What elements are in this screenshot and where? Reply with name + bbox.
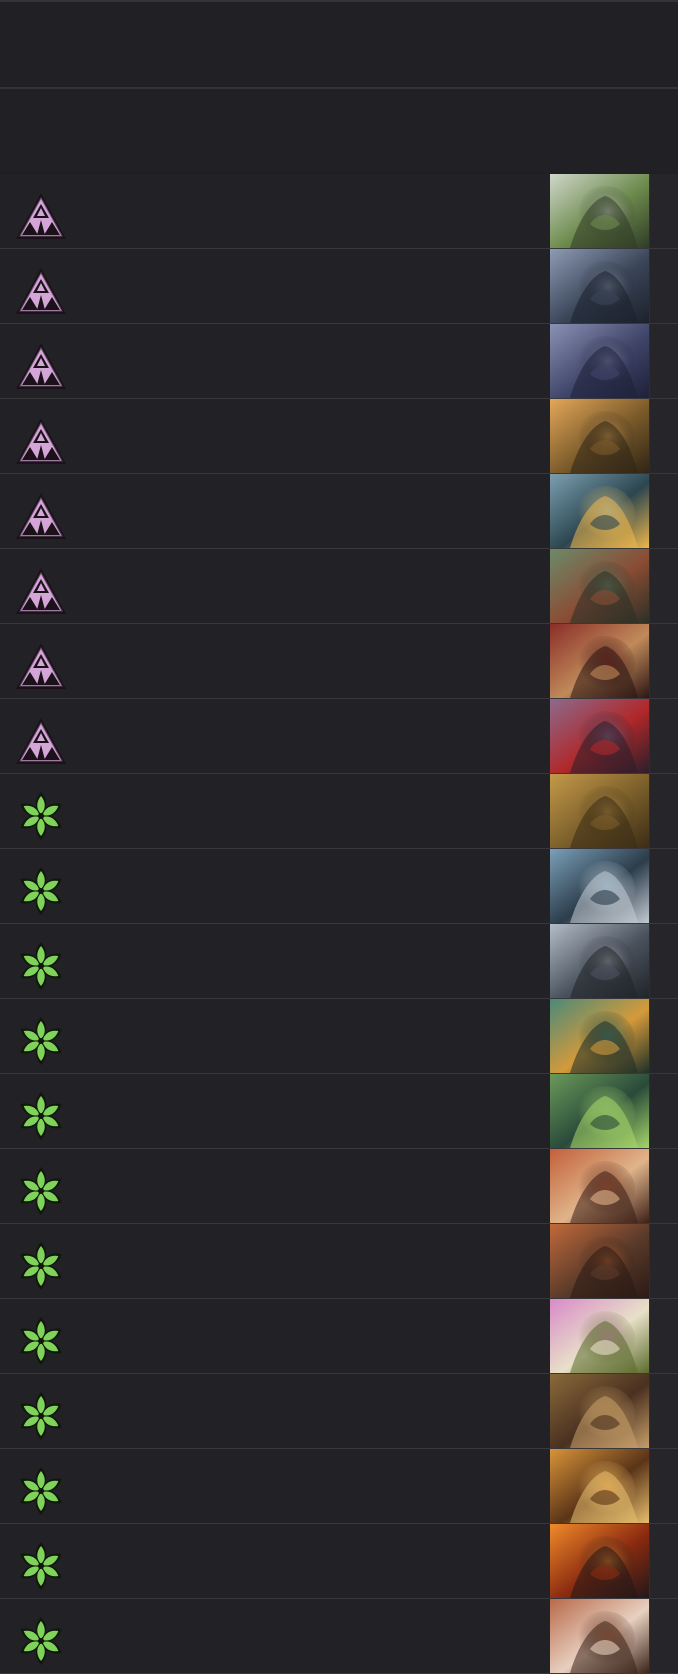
row-right-edge (649, 774, 678, 848)
row-right-edge (649, 1299, 678, 1373)
card-row[interactable] (0, 999, 678, 1074)
card-row[interactable] (0, 1224, 678, 1299)
green-leaf-icon (14, 1165, 68, 1217)
green-leaf-icon (14, 940, 68, 992)
card-row[interactable] (0, 1149, 678, 1224)
stone-idol-art (550, 774, 650, 848)
card-row[interactable] (0, 774, 678, 849)
bloodfly-art (550, 699, 650, 773)
flower-skull-art (550, 1299, 650, 1373)
card-row[interactable] (0, 1074, 678, 1149)
green-leaf-icon (14, 1090, 68, 1142)
axe-dwarf-art (550, 1224, 650, 1298)
row-right-edge (649, 174, 678, 248)
row-right-edge (649, 699, 678, 773)
header-bar-second (0, 87, 678, 172)
row-right-edge (649, 1599, 678, 1673)
card-row[interactable] (0, 849, 678, 924)
purple-triangle-icon (14, 715, 68, 767)
green-leaf-icon (14, 1390, 68, 1442)
card-row[interactable] (0, 1449, 678, 1524)
row-right-edge (649, 1224, 678, 1298)
green-leaf-icon (14, 1540, 68, 1592)
card-row[interactable] (0, 174, 678, 249)
green-leaf-icon (14, 1240, 68, 1292)
row-right-edge (649, 399, 678, 473)
maiden-portrait-art (550, 1599, 650, 1673)
green-leaf-icon (14, 1465, 68, 1517)
purple-triangle-icon (14, 415, 68, 467)
forest-spirit-art (550, 1074, 650, 1148)
lava-field-art (550, 1524, 650, 1598)
row-right-edge (649, 999, 678, 1073)
purple-triangle-icon (14, 565, 68, 617)
green-leaf-icon (14, 865, 68, 917)
green-leaf-icon (14, 1615, 68, 1667)
card-row[interactable] (0, 324, 678, 399)
hooded-mage-art (550, 474, 650, 548)
armored-knight-art (550, 924, 650, 998)
green-leaf-icon (14, 790, 68, 842)
crocodile-beast-art (550, 249, 650, 323)
card-row[interactable] (0, 699, 678, 774)
row-right-edge (649, 849, 678, 923)
row-right-edge (649, 624, 678, 698)
green-leaf-icon (14, 1315, 68, 1367)
card-row[interactable] (0, 1524, 678, 1599)
green-leaf-icon (14, 1015, 68, 1067)
purple-triangle-icon (14, 340, 68, 392)
row-right-edge (649, 249, 678, 323)
row-right-edge (649, 1074, 678, 1148)
swamp-troll-art (550, 174, 650, 248)
row-right-edge (649, 549, 678, 623)
card-row[interactable] (0, 1374, 678, 1449)
ratman-art (550, 624, 650, 698)
card-row[interactable] (0, 399, 678, 474)
card-row[interactable] (0, 1599, 678, 1674)
card-row[interactable] (0, 1299, 678, 1374)
row-right-edge (649, 1449, 678, 1523)
card-row[interactable] (0, 624, 678, 699)
header-bar-top (0, 0, 678, 85)
row-right-edge (649, 324, 678, 398)
red-haired-warrior-art (550, 1149, 650, 1223)
purple-triangle-icon (14, 490, 68, 542)
card-row[interactable] (0, 549, 678, 624)
forest-brute-art (550, 549, 650, 623)
purple-triangle-icon (14, 265, 68, 317)
row-right-edge (649, 924, 678, 998)
card-row[interactable] (0, 474, 678, 549)
row-right-edge (649, 1524, 678, 1598)
row-right-edge (649, 1374, 678, 1448)
cloaked-figure-art (550, 324, 650, 398)
purple-triangle-icon (14, 190, 68, 242)
card-row[interactable] (0, 924, 678, 999)
purple-triangle-icon (14, 640, 68, 692)
goblin-spearman-art (550, 399, 650, 473)
bear-cubs-art (550, 1374, 650, 1448)
hooded-archer-art (550, 849, 650, 923)
card-row[interactable] (0, 249, 678, 324)
row-right-edge (649, 474, 678, 548)
card-list (0, 174, 678, 1674)
row-right-edge (649, 1149, 678, 1223)
great-bear-art (550, 1449, 650, 1523)
fox-warriors-art (550, 999, 650, 1073)
